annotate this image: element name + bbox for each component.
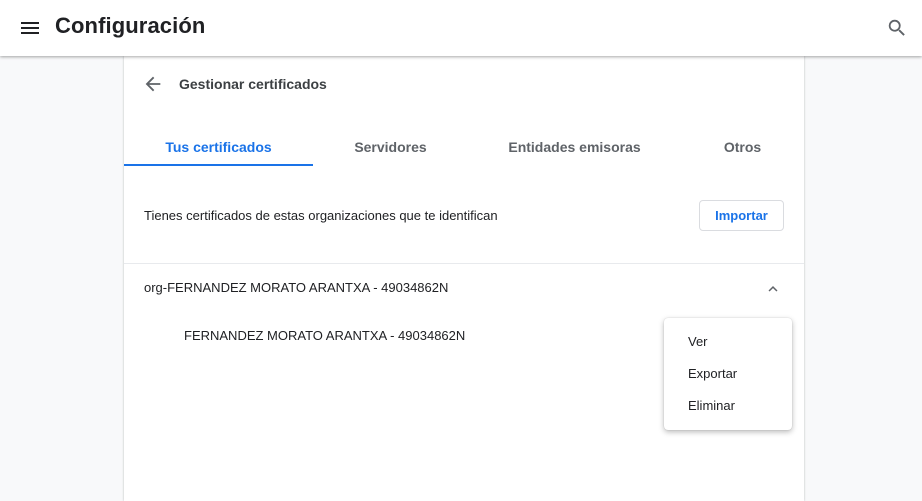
import-button[interactable]: Importar	[699, 200, 784, 231]
menu-item-delete[interactable]: Eliminar	[664, 390, 792, 422]
tab-your-certificates[interactable]: Tus certificados	[124, 128, 313, 167]
tab-servers[interactable]: Servidores	[313, 128, 468, 167]
tab-others[interactable]: Otros	[681, 128, 804, 167]
subpage-title: Gestionar certificados	[179, 76, 327, 92]
menu-item-view[interactable]: Ver	[664, 326, 792, 358]
menu-item-export[interactable]: Exportar	[664, 358, 792, 390]
certificate-context-menu: Ver Exportar Eliminar	[664, 318, 792, 430]
hamburger-menu-icon[interactable]	[18, 16, 42, 40]
chevron-up-icon[interactable]	[764, 280, 782, 298]
certificate-name: FERNANDEZ MORATO ARANTXA - 49034862N	[184, 328, 466, 343]
search-icon[interactable]	[886, 17, 908, 39]
organization-name: org-FERNANDEZ MORATO ARANTXA - 49034862N	[144, 280, 449, 295]
organization-row[interactable]: org-FERNANDEZ MORATO ARANTXA - 49034862N	[124, 264, 804, 312]
tab-authorities[interactable]: Entidades emisoras	[468, 128, 681, 167]
certificates-description: Tienes certificados de estas organizacio…	[144, 208, 498, 223]
certificates-card: Gestionar certificados Tus certificados …	[124, 56, 804, 501]
certificate-tabs: Tus certificados Servidores Entidades em…	[124, 128, 804, 168]
page-title: Configuración	[55, 13, 206, 38]
top-toolbar: Configuración	[0, 0, 922, 56]
active-tab-indicator	[124, 164, 313, 166]
arrow-back-icon[interactable]	[142, 73, 164, 95]
